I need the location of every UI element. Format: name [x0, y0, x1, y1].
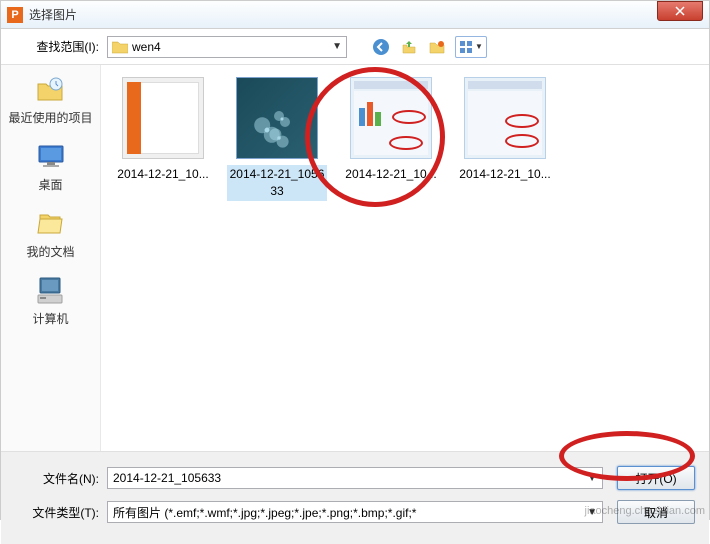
watermark: jiaocheng.chazidian.com — [585, 505, 705, 517]
filename-label: 文件名(N): — [19, 470, 107, 487]
thumbnail — [350, 77, 432, 159]
sidebar-item-documents[interactable]: 我的文档 — [26, 207, 74, 260]
sidebar-label: 我的文档 — [26, 243, 74, 260]
view-mode-dropdown[interactable]: ▼ — [455, 36, 487, 58]
filename-value: 2014-12-21_105633 — [113, 471, 221, 485]
bottom-panel: 文件名(N): 2014-12-21_105633 ▼ 打开(O) 文件类型(T… — [1, 451, 709, 544]
folder-dropdown[interactable]: wen4 ▼ — [107, 36, 347, 58]
file-label: 2014-12-21_10... — [115, 165, 210, 184]
desktop-icon — [33, 140, 69, 172]
open-button[interactable]: 打开(O) — [617, 466, 695, 490]
computer-icon — [32, 274, 68, 306]
file-label: 2014-12-21_10... — [457, 165, 552, 184]
window-title: 选择图片 — [29, 6, 657, 23]
sidebar-item-desktop[interactable]: 桌面 — [33, 140, 69, 193]
documents-icon — [32, 207, 68, 239]
sidebar-item-recent[interactable]: 最近使用的项目 — [8, 73, 92, 126]
file-item[interactable]: 2014-12-21_10... — [113, 77, 213, 184]
sidebar-label: 桌面 — [38, 176, 62, 193]
file-list[interactable]: 2014-12-21_10... 2014-12-21_105633 — [101, 65, 709, 451]
file-label: 2014-12-21_10... — [343, 165, 438, 184]
folder-name: wen4 — [132, 40, 332, 54]
filename-input[interactable]: 2014-12-21_105633 ▼ — [107, 467, 603, 489]
file-item[interactable]: 2014-12-21_10... — [341, 77, 441, 184]
filetype-value: 所有图片 (*.emf;*.wmf;*.jpg;*.jpeg;*.jpe;*.p… — [113, 504, 416, 521]
dialog-window: P 选择图片 查找范围(I): wen4 ▼ — [0, 0, 710, 520]
recent-icon — [32, 73, 68, 105]
dropdown-caret-icon: ▼ — [332, 41, 342, 52]
dropdown-caret-icon[interactable]: ▼ — [587, 473, 597, 484]
lookIn-row: 查找范围(I): wen4 ▼ ▼ — [1, 29, 709, 65]
close-icon — [675, 6, 685, 16]
sidebar-label: 最近使用的项目 — [8, 109, 92, 126]
sidebar-label: 计算机 — [32, 310, 68, 327]
thumbnail — [122, 77, 204, 159]
file-item-selected[interactable]: 2014-12-21_105633 — [227, 77, 327, 201]
up-button[interactable] — [399, 37, 419, 57]
main-area: 最近使用的项目 桌面 我的文档 计算机 — [1, 65, 709, 451]
grid-view-icon — [459, 40, 473, 54]
file-label: 2014-12-21_105633 — [227, 165, 327, 201]
places-sidebar: 最近使用的项目 桌面 我的文档 计算机 — [1, 65, 101, 451]
titlebar: P 选择图片 — [1, 1, 709, 29]
lookIn-label: 查找范围(I): — [19, 38, 107, 55]
app-icon: P — [7, 7, 23, 23]
caret-down-icon: ▼ — [475, 42, 483, 51]
file-item[interactable]: 2014-12-21_10... — [455, 77, 555, 184]
new-folder-button[interactable] — [427, 37, 447, 57]
sidebar-item-computer[interactable]: 计算机 — [32, 274, 68, 327]
back-button[interactable] — [371, 37, 391, 57]
close-button[interactable] — [657, 1, 703, 21]
thumbnail — [464, 77, 546, 159]
nav-toolbar: ▼ — [371, 36, 487, 58]
filename-row: 文件名(N): 2014-12-21_105633 ▼ 打开(O) — [19, 466, 695, 490]
thumbnail — [236, 77, 318, 159]
folder-icon — [112, 40, 128, 54]
filetype-label: 文件类型(T): — [19, 504, 107, 521]
